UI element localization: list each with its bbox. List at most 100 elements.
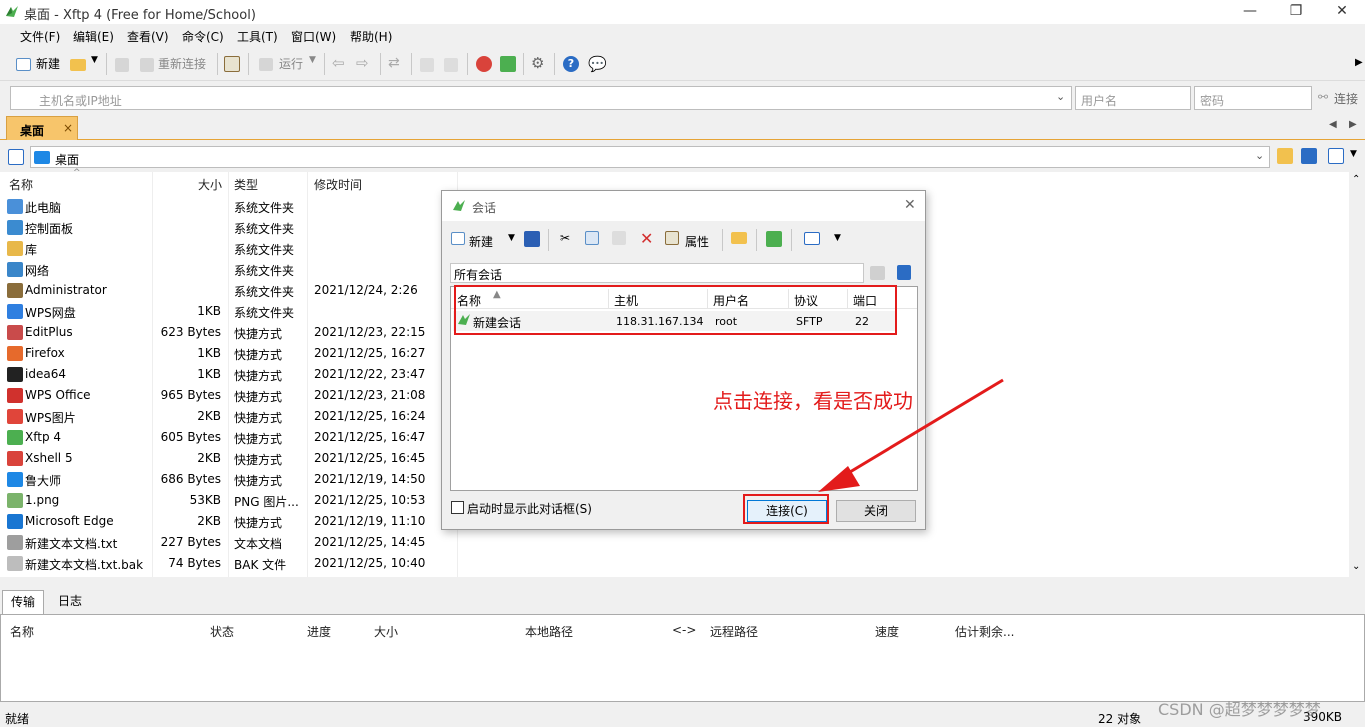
transfer-col-local[interactable]: 本地路径 xyxy=(525,623,573,640)
file-modified: 2021/12/24, 2:26 xyxy=(314,283,418,297)
file-modified: 2021/12/23, 21:08 xyxy=(314,388,426,402)
tab-log[interactable]: 日志 xyxy=(50,590,90,614)
folder-up-icon[interactable] xyxy=(870,265,885,280)
tab-desktop[interactable]: 桌面 × xyxy=(6,116,78,140)
xshell-icon[interactable] xyxy=(476,56,492,72)
properties-icon[interactable] xyxy=(224,56,240,72)
close-window-button[interactable]: ✕ xyxy=(1319,0,1365,24)
toolbar-separator xyxy=(324,53,325,75)
scroll-up-icon[interactable]: ⌃ xyxy=(1352,174,1360,185)
help-icon[interactable]: ? xyxy=(563,56,579,72)
tab-transfer[interactable]: 传输 xyxy=(2,590,45,614)
reconnect-button[interactable]: 重新连接 xyxy=(158,55,206,73)
host-dropdown-icon[interactable]: ⌄ xyxy=(1056,90,1065,103)
tab-scroll-left-icon[interactable]: ◀ xyxy=(1329,119,1337,130)
new-button[interactable]: 新建 xyxy=(36,55,60,73)
column-header-name[interactable]: 名称 xyxy=(9,176,33,198)
column-header-type[interactable]: 类型 xyxy=(234,176,258,198)
gear-icon[interactable]: ⚙ xyxy=(531,54,544,72)
list-item[interactable]: Microsoft Edge 2KB 快捷方式 2021/12/19, 11:10 xyxy=(0,511,458,532)
tab-scroll-right-icon[interactable]: ▶ xyxy=(1349,119,1357,130)
list-item[interactable]: 控制面板 系统文件夹 xyxy=(0,217,458,238)
dialog-properties-button[interactable]: 属性 xyxy=(685,233,709,250)
sync-icon[interactable]: ⇄ xyxy=(388,55,400,71)
minimize-button[interactable]: — xyxy=(1227,0,1273,24)
transfer-col-speed[interactable]: 速度 xyxy=(875,623,899,640)
scroll-down-icon[interactable]: ⌄ xyxy=(1352,561,1360,572)
menu-command[interactable]: 命令(C) xyxy=(182,28,224,45)
chat-icon[interactable]: 💬 xyxy=(588,55,607,73)
file-modified: 2021/12/19, 11:10 xyxy=(314,514,426,528)
list-item[interactable]: WPS图片 2KB 快捷方式 2021/12/25, 16:24 xyxy=(0,406,458,427)
list-item[interactable]: Administrator 系统文件夹 2021/12/24, 2:26 xyxy=(0,280,458,301)
tab-close-icon[interactable]: × xyxy=(63,121,73,135)
menu-help[interactable]: 帮助(H) xyxy=(350,28,392,45)
refresh-icon[interactable] xyxy=(1301,148,1317,164)
list-item[interactable]: 1.png 53KB PNG 图片... 2021/12/25, 10:53 xyxy=(0,490,458,511)
column-header-size[interactable]: 大小 xyxy=(198,176,222,198)
vertical-scrollbar[interactable]: ⌃ ⌄ xyxy=(1349,172,1365,577)
list-item[interactable]: Xftp 4 605 Bytes 快捷方式 2021/12/25, 16:47 xyxy=(0,427,458,448)
panel-toggle-icon[interactable] xyxy=(8,149,24,165)
show-on-start-checkbox[interactable] xyxy=(451,501,464,514)
run-button[interactable]: 运行 xyxy=(279,55,303,73)
parent-folder-icon[interactable] xyxy=(1277,148,1293,164)
close-dialog-button[interactable]: 关闭 xyxy=(836,500,916,522)
dialog-new-dropdown-icon[interactable]: ▼ xyxy=(508,233,515,243)
back-arrow-icon[interactable]: ⇦ xyxy=(332,54,345,72)
transfer-col-eta[interactable]: 估计剩余... xyxy=(955,623,1014,640)
password-input[interactable]: 密码 xyxy=(1194,86,1312,110)
address-connect-button[interactable]: 连接 xyxy=(1334,90,1358,107)
menu-file[interactable]: 文件(F) xyxy=(20,28,60,45)
column-header-modified[interactable]: 修改时间 xyxy=(314,176,362,198)
list-item[interactable]: idea64 1KB 快捷方式 2021/12/22, 23:47 xyxy=(0,364,458,385)
list-item[interactable]: WPS Office 965 Bytes 快捷方式 2021/12/23, 21:08 xyxy=(0,385,458,406)
delete-icon[interactable]: ✕ xyxy=(640,229,653,248)
list-item[interactable]: 新建文本文档.txt.bak 74 Bytes BAK 文件 2021/12/25, … xyxy=(0,553,458,574)
list-item[interactable]: Xshell 5 2KB 快捷方式 2021/12/25, 16:45 xyxy=(0,448,458,469)
view-dropdown-icon[interactable]: ▼ xyxy=(1350,149,1357,159)
transfer-col-remote[interactable]: 远程路径 xyxy=(710,623,758,640)
toolbar-overflow-icon[interactable]: ▶ xyxy=(1355,57,1363,68)
view-mode-icon[interactable] xyxy=(1328,148,1344,164)
menu-view[interactable]: 查看(V) xyxy=(127,28,169,45)
dropdown-arrow-icon[interactable]: ▼ xyxy=(91,55,98,65)
view-dropdown-icon[interactable]: ▼ xyxy=(834,233,841,243)
transfer-col-name[interactable]: 名称 xyxy=(10,623,34,640)
list-item[interactable]: 鲁大师 686 Bytes 快捷方式 2021/12/19, 14:50 xyxy=(0,469,458,490)
list-item[interactable]: 新建文本文档.txt 227 Bytes 文本文档 2021/12/25, 14:45 xyxy=(0,532,458,553)
transfer-col-status[interactable]: 状态 xyxy=(210,623,234,640)
cut-icon[interactable]: ✂ xyxy=(560,231,570,245)
path-dropdown-icon[interactable]: ⌄ xyxy=(1255,149,1264,162)
menu-window[interactable]: 窗口(W) xyxy=(291,28,336,45)
menu-tools[interactable]: 工具(T) xyxy=(237,28,278,45)
username-input[interactable]: 用户名 xyxy=(1075,86,1191,110)
open-folder-icon[interactable] xyxy=(70,57,86,71)
file-name: 网络 xyxy=(25,264,50,278)
path-input[interactable]: 桌面 ⌄ xyxy=(30,146,1270,168)
list-item[interactable]: 此电脑 系统文件夹 xyxy=(0,196,458,217)
sort-asc-icon: ^ xyxy=(73,168,81,178)
menu-edit[interactable]: 编辑(E) xyxy=(73,28,114,45)
transfer-col-direction[interactable]: <-> xyxy=(672,623,696,637)
file-size: 227 Bytes xyxy=(160,535,221,549)
paste-icon[interactable] xyxy=(444,57,458,72)
session-folder-field[interactable]: 所有会话 xyxy=(450,263,864,283)
list-item[interactable]: 库 系统文件夹 xyxy=(0,238,458,259)
list-item[interactable]: 网络 系统文件夹 xyxy=(0,259,458,280)
maximize-button[interactable]: ❐ xyxy=(1273,0,1319,24)
host-input[interactable]: 主机名或IP地址 ⌄ xyxy=(10,86,1072,110)
dialog-close-icon[interactable]: ✕ xyxy=(904,197,916,213)
copy-icon[interactable] xyxy=(420,57,434,72)
dialog-refresh-icon[interactable] xyxy=(897,265,911,280)
list-item[interactable]: Firefox 1KB 快捷方式 2021/12/25, 16:27 xyxy=(0,343,458,364)
transfer-col-size[interactable]: 大小 xyxy=(374,623,398,640)
file-type: 系统文件夹 xyxy=(234,201,295,215)
run-dropdown-icon[interactable]: ▼ xyxy=(309,55,316,65)
list-item[interactable]: EditPlus 623 Bytes 快捷方式 2021/12/23, 22:15 xyxy=(0,322,458,343)
xftp-icon[interactable] xyxy=(500,56,516,72)
forward-arrow-icon[interactable]: ⇨ xyxy=(356,54,369,72)
transfer-col-progress[interactable]: 进度 xyxy=(307,623,331,640)
list-item[interactable]: WPS网盘 1KB 系统文件夹 xyxy=(0,301,458,322)
dialog-new-button[interactable]: 新建 xyxy=(469,233,493,250)
